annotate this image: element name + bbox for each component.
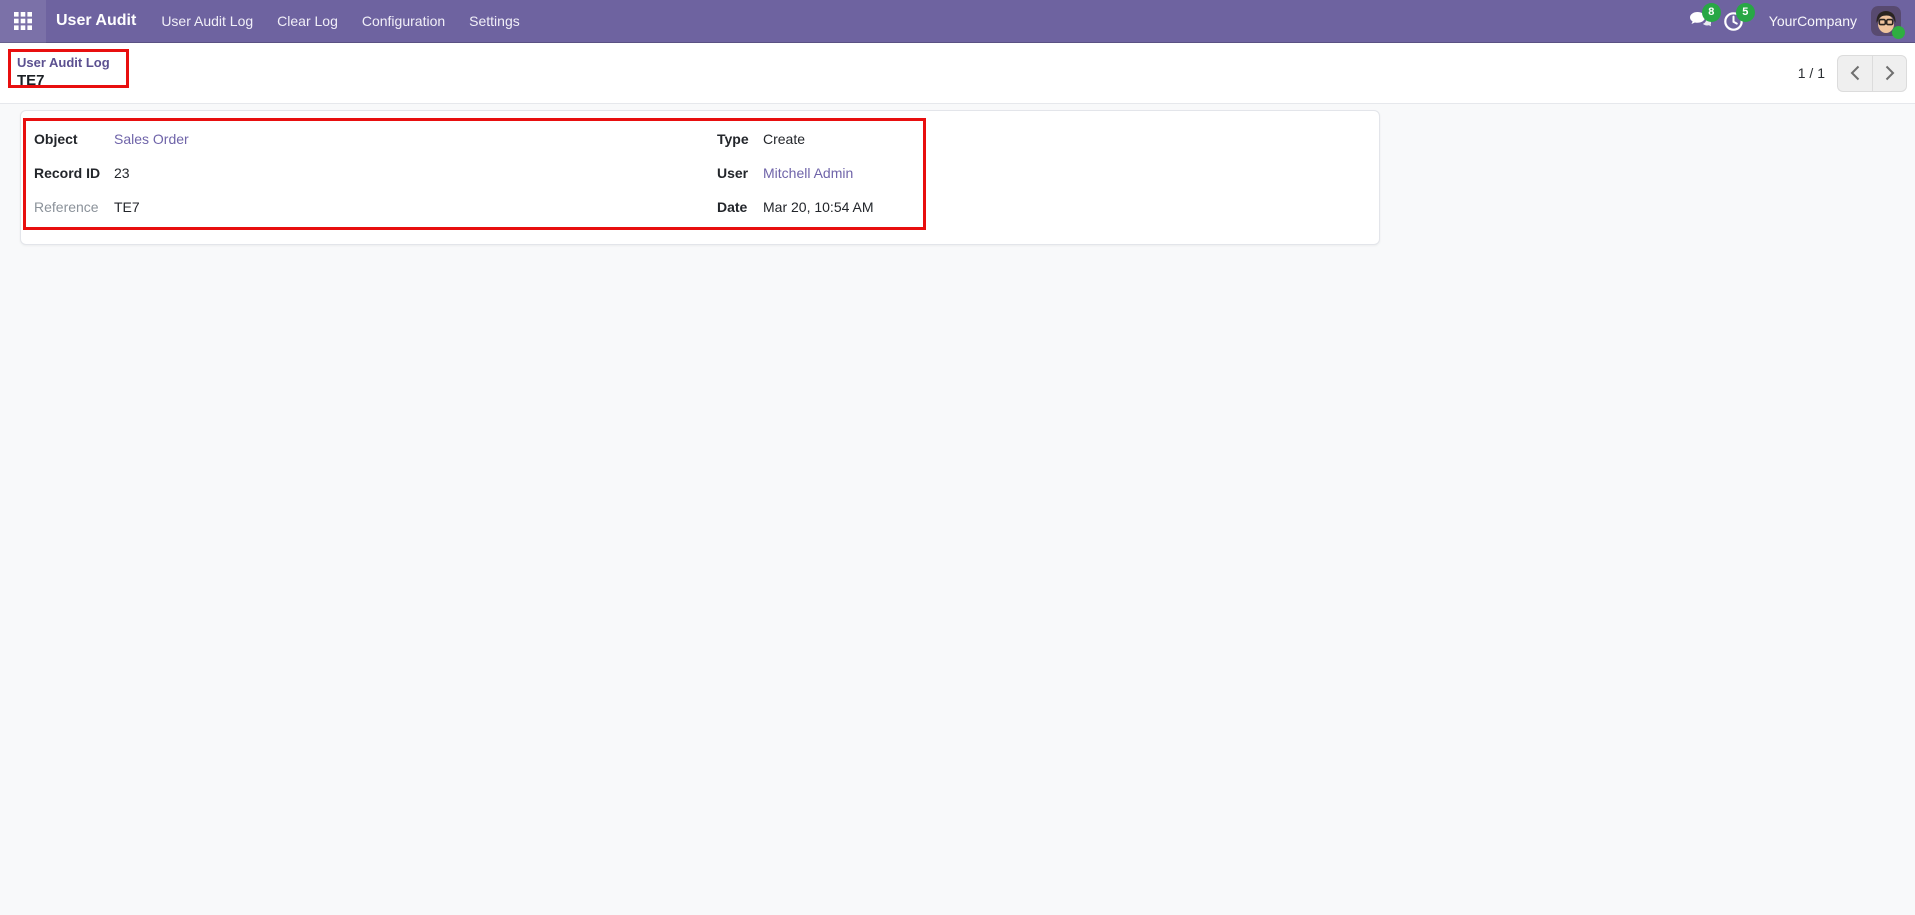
chevron-right-icon	[1885, 65, 1894, 81]
pager-previous-button[interactable]	[1837, 54, 1872, 92]
field-value-date: Mar 20, 10:54 AM	[763, 199, 874, 215]
menu-item-settings[interactable]: Settings	[457, 0, 532, 42]
field-value-record-id: 23	[114, 165, 130, 181]
form-grid: Object Sales Order Record ID 23 Referenc…	[21, 122, 1379, 224]
pager-buttons	[1837, 54, 1907, 92]
field-label-object: Object	[34, 131, 78, 147]
field-type: Type Create	[717, 122, 1379, 156]
menu-item-label: User Audit Log	[161, 13, 254, 29]
menu-item-label: Configuration	[361, 13, 446, 29]
menu-item-label: Clear Log	[277, 13, 338, 29]
messages-button[interactable]: 8	[1683, 0, 1721, 43]
activities-button[interactable]: 5	[1717, 0, 1755, 43]
pager-next-button[interactable]	[1872, 54, 1907, 92]
apps-grid-icon	[14, 12, 32, 30]
app-window: User Audit User Audit Log Clear Log Conf…	[0, 0, 1915, 915]
field-reference: Reference TE7	[34, 190, 700, 224]
main-menu: User Audit Log Clear Log Configuration S…	[149, 0, 531, 42]
field-label-record-id: Record ID	[34, 165, 101, 181]
record-title: TE7	[17, 72, 45, 90]
menu-item-label: Settings	[469, 13, 520, 29]
online-status-dot	[1892, 26, 1905, 39]
control-panel: User Audit Log TE7 1 / 1	[0, 43, 1915, 104]
audit-log-form-card: Object Sales Order Record ID 23 Referenc…	[20, 110, 1380, 245]
field-object: Object Sales Order	[34, 122, 700, 156]
breadcrumb-parent-link[interactable]: User Audit Log	[17, 55, 110, 71]
breadcrumb: User Audit Log TE7	[17, 55, 110, 91]
field-label-type: Type	[717, 131, 749, 147]
field-label-date: Date	[717, 199, 748, 215]
main-content: Object Sales Order Record ID 23 Referenc…	[0, 104, 1915, 915]
systray: 8 5 YourCompany	[1683, 0, 1915, 42]
field-value-user-link[interactable]: Mitchell Admin	[763, 165, 853, 181]
menu-item-clear-log[interactable]: Clear Log	[265, 0, 350, 42]
app-brand-title[interactable]: User Audit	[56, 12, 136, 30]
form-column-right: Type Create User Mitchell Admin Date Mar…	[700, 122, 1379, 224]
field-value-reference: TE7	[114, 199, 140, 215]
field-user: User Mitchell Admin	[717, 156, 1379, 190]
apps-menu-button[interactable]	[0, 0, 46, 43]
field-value-object-link[interactable]: Sales Order	[114, 131, 189, 147]
chevron-left-icon	[1850, 65, 1860, 81]
pager: 1 / 1	[1798, 54, 1907, 92]
form-column-left: Object Sales Order Record ID 23 Referenc…	[21, 122, 700, 224]
activities-badge: 5	[1735, 2, 1755, 22]
pager-counter[interactable]: 1 / 1	[1798, 65, 1825, 81]
user-avatar[interactable]	[1871, 6, 1905, 39]
field-value-type: Create	[763, 131, 806, 147]
company-switcher[interactable]: YourCompany	[1769, 13, 1857, 29]
field-record-id: Record ID 23	[34, 156, 700, 190]
menu-item-user-audit-log[interactable]: User Audit Log	[149, 0, 265, 42]
field-date: Date Mar 20, 10:54 AM	[717, 190, 1379, 224]
field-label-user: User	[717, 165, 749, 181]
menu-item-configuration[interactable]: Configuration	[350, 0, 457, 42]
field-label-reference: Reference	[34, 199, 99, 215]
top-navbar: User Audit User Audit Log Clear Log Conf…	[0, 0, 1915, 43]
